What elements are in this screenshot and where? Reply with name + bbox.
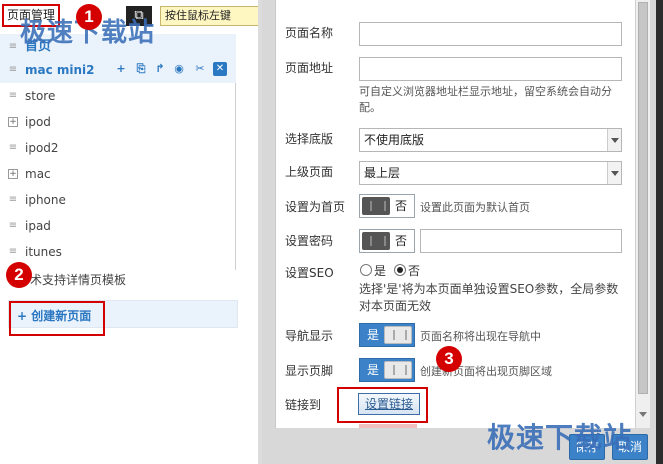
drag-handle-icon[interactable]: ≡ — [8, 247, 18, 257]
tree-item-selected[interactable]: ≡ mac mini2 + ⎘ ↱ ◉ ✂ ✕ — [0, 57, 236, 83]
seo-yes-radio[interactable] — [360, 264, 372, 276]
eye-icon[interactable]: ◉ — [172, 62, 186, 76]
chevron-down-icon[interactable] — [607, 162, 621, 184]
delete-icon[interactable]: ✕ — [213, 62, 227, 76]
toggle-knob — [384, 326, 412, 344]
create-page-row: + 创建新页面 — [8, 300, 238, 336]
step-marker-2: 2 — [6, 262, 32, 288]
seo-hint: 选择'是'将为本页面单独设置SEO参数，全局参数对本页面无效 — [359, 282, 619, 313]
drag-handle-icon[interactable]: ≡ — [8, 143, 18, 153]
drag-handle-icon[interactable]: ≡ — [8, 65, 18, 75]
page-name-input[interactable] — [359, 22, 622, 46]
create-page-button[interactable]: + 创建新页面 — [9, 301, 105, 336]
nav-display-hint: 页面名称将出现在导航中 — [420, 330, 541, 343]
parent-page-value: 最上层 — [364, 166, 401, 180]
nav-display-toggle[interactable]: 是 — [359, 323, 415, 347]
toggle-knob — [384, 361, 412, 379]
homepage-hint: 设置此页面为默认首页 — [420, 201, 530, 214]
step-marker-3: 3 — [436, 346, 462, 372]
tree-item-label: store — [25, 89, 56, 103]
tree-item[interactable]: ≡ itunes — [0, 239, 236, 265]
copy-page-icon[interactable]: ⎘ — [134, 62, 148, 76]
page-name-label: 页面名称 — [285, 26, 334, 40]
toggle-text: 否 — [395, 199, 408, 213]
toggle-text: 是 — [367, 328, 380, 342]
drag-handle-icon[interactable]: ≡ — [8, 221, 18, 231]
drag-handle-icon[interactable]: ≡ — [8, 195, 18, 205]
scrollbar-thumb[interactable] — [638, 2, 648, 394]
chevron-down-icon[interactable] — [607, 129, 621, 151]
tree-item[interactable]: ≡ store — [0, 83, 236, 109]
tree-item-label: mac — [25, 167, 51, 181]
step-marker-1: 1 — [76, 4, 102, 30]
watermark: 极速下载站 — [487, 421, 633, 454]
page-address-input[interactable] — [359, 57, 622, 81]
parent-page-label: 上级页面 — [285, 165, 334, 179]
tree-item[interactable]: + mac — [0, 161, 236, 187]
seo-label: 设置SEO — [285, 266, 334, 280]
scroll-down-icon[interactable] — [639, 412, 647, 417]
page-manager-panel: 页面管理 ⧉ 按住鼠标左键 ≡ 首页 ≡ mac mini2 + ⎘ ↱ ◉ ✂… — [0, 0, 270, 464]
link-to-label: 链接到 — [285, 398, 322, 412]
footer-display-label: 显示页脚 — [285, 364, 334, 378]
toggle-text: 否 — [395, 234, 408, 248]
tree-item[interactable]: + ipod — [0, 109, 236, 135]
tree-item-label: ipod — [25, 115, 51, 129]
tree-item-label: iphone — [25, 193, 66, 207]
drag-handle-icon[interactable]: ≡ — [8, 91, 18, 101]
seo-no-radio[interactable] — [394, 264, 406, 276]
tree-item-label: ipod2 — [25, 141, 59, 155]
base-template-select[interactable]: 不使用底版 — [359, 128, 622, 152]
settings-icon[interactable]: ✂ — [193, 62, 207, 76]
page-tree: ≡ 首页 ≡ mac mini2 + ⎘ ↱ ◉ ✂ ✕ ≡ store + i… — [0, 34, 236, 270]
tree-item[interactable]: ≡ ipad — [0, 213, 236, 239]
page-address-hint: 可自定义浏览器地址栏显示地址，留空系统会自动分配。 — [359, 85, 612, 114]
base-template-value: 不使用底版 — [364, 133, 425, 147]
toggle-text: 是 — [367, 363, 380, 377]
nav-display-label: 导航显示 — [285, 329, 334, 343]
redirect-icon[interactable]: ↱ — [153, 62, 167, 76]
tree-item-label: mac mini2 — [25, 63, 95, 77]
password-toggle[interactable]: 否 — [359, 229, 415, 253]
parent-page-select[interactable]: 最上层 — [359, 161, 622, 185]
seo-no-label: 否 — [408, 264, 421, 278]
base-template-label: 选择底版 — [285, 132, 334, 146]
homepage-label: 设置为首页 — [285, 200, 346, 214]
tree-item-template[interactable]: 术支持详情页模板 — [30, 271, 126, 288]
link-next-field — [359, 424, 417, 428]
password-input[interactable] — [420, 229, 622, 253]
toggle-knob — [362, 197, 390, 215]
drag-tooltip: 按住鼠标左键 — [160, 6, 270, 26]
tree-item[interactable]: ≡ ipod2 — [0, 135, 236, 161]
toggle-knob — [362, 232, 390, 250]
expand-icon[interactable]: + — [8, 117, 18, 127]
tree-item-label: itunes — [25, 245, 62, 259]
page-address-label: 页面地址 — [285, 61, 334, 75]
footer-display-toggle[interactable]: 是 — [359, 358, 415, 382]
tree-item[interactable]: ≡ iphone — [0, 187, 236, 213]
expand-icon[interactable]: + — [8, 169, 18, 179]
set-link-button[interactable]: 设置链接 — [358, 393, 420, 415]
tree-item-label: ipad — [25, 219, 51, 233]
drag-handle-icon[interactable]: ≡ — [8, 42, 18, 52]
add-icon[interactable]: + — [114, 62, 128, 76]
password-label: 设置密码 — [285, 234, 334, 248]
homepage-toggle[interactable]: 否 — [359, 194, 415, 218]
form-scrollbar[interactable] — [635, 0, 650, 428]
dialog-edge — [656, 0, 663, 464]
seo-yes-label: 是 — [374, 264, 387, 278]
